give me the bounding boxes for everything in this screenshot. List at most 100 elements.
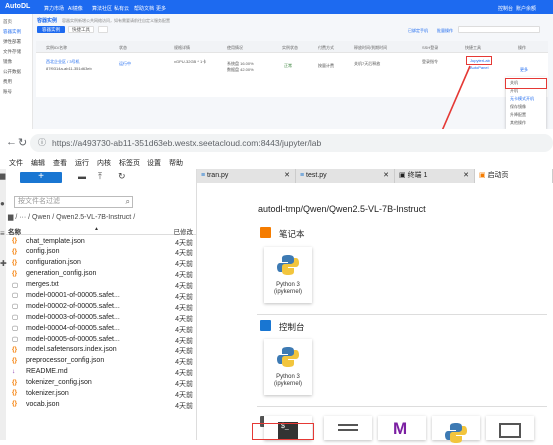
file-row[interactable]: {} generation_config.json 4天前	[6, 269, 197, 280]
file-icon: ▢	[12, 303, 19, 311]
tab-label: 终端 1	[407, 172, 428, 179]
terminal-highlight	[252, 423, 314, 440]
file-row[interactable]: ▢ merges.txt 4天前	[6, 280, 197, 291]
refresh-icon[interactable]: ↻	[118, 171, 126, 182]
new-launcher-button[interactable]: +	[20, 172, 62, 183]
menu-run[interactable]: 运行	[75, 158, 89, 168]
json-icon: {}	[12, 356, 18, 364]
json-icon: {}	[12, 237, 18, 244]
tab-terminal[interactable]: ▣ 终端 1 ✕	[395, 169, 475, 183]
menu-view[interactable]: 查看	[53, 158, 67, 168]
close-icon[interactable]: ✕	[463, 169, 469, 183]
notebook-section-icon	[260, 227, 271, 238]
url-text: https://a493730-ab11-351d63eb.westx.seet…	[52, 138, 322, 148]
file-modified: 4天前	[175, 402, 193, 410]
browser-window: ← ↻ ⓘ https://a493730-ab11-351d63eb.west…	[0, 129, 553, 443]
col-modified-header[interactable]: 已修改	[174, 226, 194, 236]
launcher-path: autodl-tmp/Qwen/Qwen2.5-VL-7B-Instruct	[258, 204, 426, 214]
file-filter-placeholder: 按文件名过滤	[18, 198, 60, 205]
menu-tabs[interactable]: 标签页	[119, 158, 140, 168]
file-name: configuration.json	[26, 259, 81, 267]
file-icon: ▢	[12, 292, 19, 300]
file-row[interactable]: {} configuration.json 4天前	[6, 258, 197, 269]
close-icon[interactable]: ✕	[284, 169, 290, 183]
file-icon: ▢	[12, 336, 19, 344]
new-folder-icon[interactable]: ▬	[78, 172, 86, 181]
file-row[interactable]: {} tokenizer_config.json 4天前	[6, 378, 197, 389]
file-name: model-00002-of-00005.safet...	[26, 302, 120, 310]
markdown-icon: ↓	[12, 367, 16, 375]
back-arrow-icon[interactable]: ←	[6, 136, 17, 148]
file-row[interactable]: ▢ model-00005-of-00005.safet... 4天前	[6, 334, 197, 345]
show-help-card[interactable]	[486, 416, 534, 440]
file-row[interactable]: ▢ model-00001-of-00005.safet... 4天前	[6, 290, 197, 301]
tab-test-py[interactable]: ≡ test.py ✕	[296, 169, 395, 183]
col-name-header[interactable]: 名称	[8, 226, 21, 236]
tab-tran-py[interactable]: ≡ tran.py ✕	[197, 169, 296, 183]
file-name: chat_template.json	[26, 237, 85, 245]
file-list-header: 名称 ▲ 已修改	[6, 226, 197, 236]
file-name: preprocessor_config.json	[26, 357, 105, 365]
divider	[257, 314, 547, 315]
json-icon: {}	[12, 269, 18, 277]
file-icon: ▢	[12, 314, 19, 322]
file-row[interactable]: ▢ model-00002-of-00005.safet... 4天前	[6, 301, 197, 312]
search-icon: ⌕	[125, 197, 130, 206]
file-name: generation_config.json	[26, 270, 97, 278]
menu-help[interactable]: 帮助	[169, 158, 183, 168]
folder-icon[interactable]: ▆	[0, 172, 5, 180]
json-icon: {}	[12, 400, 18, 408]
menu-settings[interactable]: 设置	[147, 158, 161, 168]
file-filter-input[interactable]: 按文件名过滤 ⌕	[14, 196, 133, 208]
file-row[interactable]: ▢ model-00003-of-00005.safet... 4天前	[6, 312, 197, 323]
file-name: model-00003-of-00005.safet...	[26, 313, 120, 321]
python-logo-icon	[277, 347, 299, 367]
python-logo-icon	[445, 423, 467, 443]
python-file-card[interactable]	[432, 416, 480, 443]
tab-label: 启动页	[487, 172, 509, 179]
json-icon: {}	[12, 247, 18, 255]
file-row[interactable]: {} chat_template.json 4天前	[6, 236, 197, 247]
json-icon: {}	[12, 378, 18, 386]
text-file-icon	[338, 424, 358, 426]
commands-icon[interactable]: ≡	[0, 229, 5, 238]
file-list: {} chat_template.json 4天前{} config.json 4天前{…	[6, 236, 197, 410]
file-row[interactable]: {} config.json 4天前	[6, 247, 197, 258]
file-row[interactable]: ▢ model-00004-of-00005.safet... 4天前	[6, 323, 197, 334]
file-row[interactable]: {} model.safetensors.index.json 4天前	[6, 345, 197, 356]
breadcrumb[interactable]: ▆ / ··· / Qwen / Qwen2.5-VL-7B-Instruct …	[8, 213, 135, 221]
file-row[interactable]: {} tokenizer.json 4天前	[6, 388, 197, 399]
menu-edit[interactable]: 编辑	[31, 158, 45, 168]
breadcrumb-path[interactable]: / ··· / Qwen / Qwen2.5-VL-7B-Instruct /	[15, 214, 135, 221]
file-row[interactable]: {} vocab.json 4天前	[6, 399, 197, 410]
notebook-section-title: 笔记本	[279, 229, 305, 239]
tab-label: test.py	[306, 172, 327, 179]
file-name: model-00004-of-00005.safet...	[26, 324, 120, 332]
file-name: tokenizer_config.json	[26, 379, 92, 387]
text-file-card[interactable]	[324, 416, 372, 440]
address-bar[interactable]: ⓘ https://a493730-ab11-351d63eb.westx.se…	[30, 134, 553, 152]
window-icon	[499, 423, 521, 438]
reload-icon[interactable]: ↻	[18, 136, 27, 149]
notebook-python3-card[interactable]: Python 3 (ipykernel)	[264, 247, 312, 303]
upload-icon[interactable]: ⤒	[98, 171, 102, 182]
text-line	[338, 429, 358, 431]
file-name: tokenizer.json	[26, 389, 69, 397]
divider	[257, 406, 547, 407]
sort-up-icon[interactable]: ▲	[94, 226, 99, 232]
jupyter-menubar: 文件 编辑 查看 运行 内核 标签页 设置 帮助	[0, 157, 553, 169]
file-row[interactable]: ↓ README.md 4天前	[6, 367, 197, 378]
markdown-card[interactable]: M	[378, 416, 426, 440]
url-bar-row: ← ↻ ⓘ https://a493730-ab11-351d63eb.west…	[0, 129, 553, 157]
file-row[interactable]: {} preprocessor_config.json 4天前	[6, 356, 197, 367]
tab-launcher[interactable]: ▣ 启动页	[475, 169, 553, 183]
main-area: ≡ tran.py ✕ ≡ test.py ✕ ▣ 终端 1 ✕ ▣ 启动页 auto…	[197, 169, 553, 440]
menu-file[interactable]: 文件	[9, 158, 23, 168]
console-python3-card[interactable]: Python 3 (ipykernel)	[264, 339, 312, 395]
menu-kernel[interactable]: 内核	[97, 158, 111, 168]
kernel-name: Python 3	[276, 374, 300, 380]
site-info-icon[interactable]: ⓘ	[38, 134, 46, 152]
close-icon[interactable]: ✕	[383, 169, 389, 183]
json-icon: {}	[12, 258, 18, 266]
running-icon[interactable]: ●	[0, 199, 5, 208]
